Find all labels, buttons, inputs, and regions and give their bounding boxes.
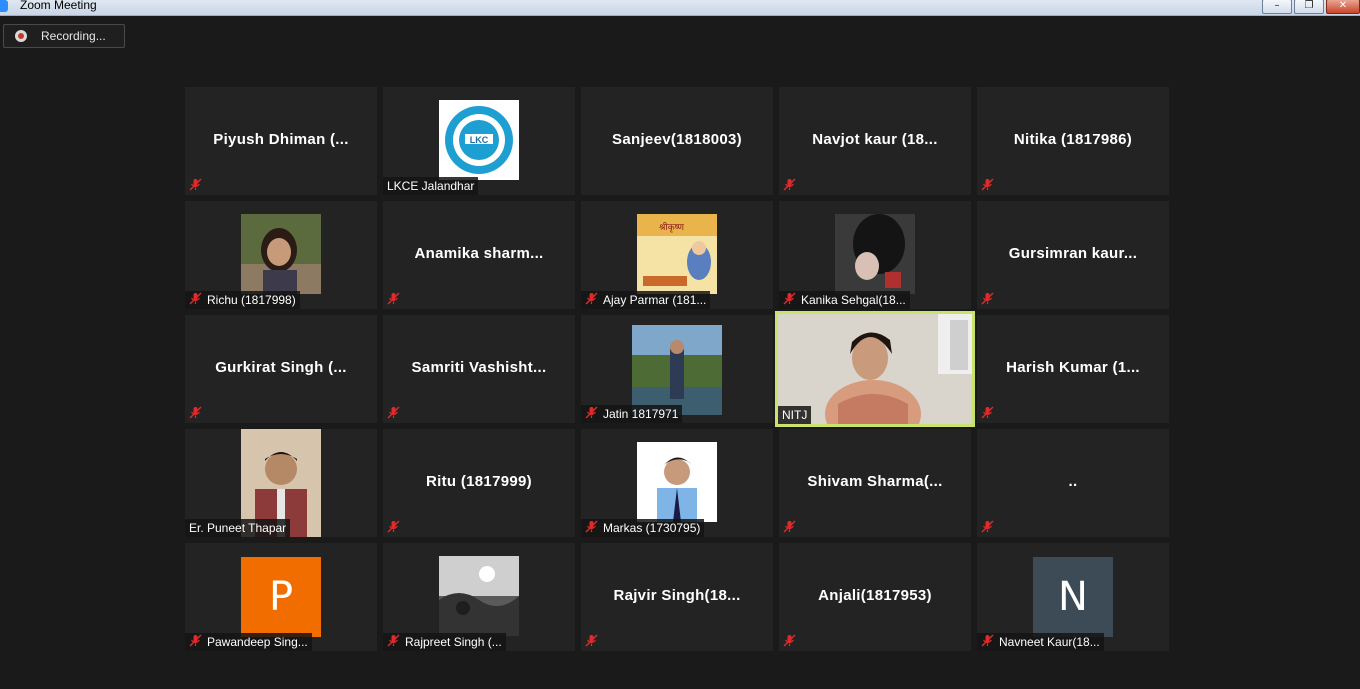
participant-name: Anjali(1817953) xyxy=(818,587,932,604)
profile-picture: श्रीकृष्ण xyxy=(637,214,717,294)
muted-mic-icon xyxy=(585,520,598,533)
participant-name: Er. Puneet Thapar xyxy=(185,519,291,537)
participant-name: Gurkirat Singh (... xyxy=(215,359,347,376)
participant-tile[interactable]: Piyush Dhiman (... xyxy=(185,87,377,195)
profile-picture: LKC xyxy=(439,100,519,180)
muted-mic-icon xyxy=(387,634,400,647)
participant-tile[interactable]: Anamika sharm... xyxy=(383,201,575,309)
participant-name: Markas (1730795) xyxy=(581,519,705,537)
record-icon xyxy=(15,30,27,42)
participant-name: Piyush Dhiman (... xyxy=(213,131,349,148)
participant-name: .. xyxy=(1068,473,1078,490)
participant-tile[interactable]: Nitika (1817986) xyxy=(977,87,1169,195)
profile-picture xyxy=(241,214,321,294)
participant-tile[interactable]: Rajvir Singh(18... xyxy=(581,543,773,651)
participant-tile[interactable]: Jatin 1817971 xyxy=(581,315,773,423)
participant-name: Sanjeev(1818003) xyxy=(612,131,742,148)
muted-mic-icon xyxy=(783,520,796,533)
participant-tile[interactable]: LKC LKCE Jalandhar xyxy=(383,87,575,195)
muted-mic-icon xyxy=(981,634,994,647)
muted-mic-icon xyxy=(189,178,202,191)
participant-tile[interactable]: P Pawandeep Sing... xyxy=(185,543,377,651)
muted-mic-icon xyxy=(189,406,202,419)
muted-mic-icon xyxy=(387,292,400,305)
participant-tile[interactable]: Markas (1730795) xyxy=(581,429,773,537)
participant-name: Kanika Sehgal(18... xyxy=(779,291,910,309)
participant-name: Navjot kaur (18... xyxy=(812,131,938,148)
recording-indicator[interactable]: Recording... xyxy=(3,24,125,48)
participant-name: Rajpreet Singh (... xyxy=(383,633,506,651)
muted-mic-icon xyxy=(981,520,994,533)
participant-name: Ritu (1817999) xyxy=(426,473,532,490)
muted-mic-icon xyxy=(585,634,598,647)
participant-tile[interactable]: Shivam Sharma(... xyxy=(779,429,971,537)
muted-mic-icon xyxy=(981,292,994,305)
muted-mic-icon xyxy=(387,406,400,419)
close-button[interactable]: ✕ xyxy=(1326,0,1360,14)
recording-label: Recording... xyxy=(41,29,106,43)
profile-picture xyxy=(439,556,519,636)
participant-tile[interactable]: N Navneet Kaur(18... xyxy=(977,543,1169,651)
muted-mic-icon xyxy=(585,406,598,419)
participant-tile[interactable]: .. xyxy=(977,429,1169,537)
muted-mic-icon xyxy=(783,634,796,647)
muted-mic-icon xyxy=(189,634,202,647)
participant-tile[interactable]: Rajpreet Singh (... xyxy=(383,543,575,651)
participant-tile[interactable]: Navjot kaur (18... xyxy=(779,87,971,195)
svg-text:श्रीकृष्ण: श्रीकृष्ण xyxy=(659,221,685,233)
participant-tile[interactable]: Kanika Sehgal(18... xyxy=(779,201,971,309)
participant-tile[interactable]: श्रीकृष्ण Ajay Parmar (181... xyxy=(581,201,773,309)
profile-picture xyxy=(632,325,722,415)
participant-tile[interactable]: Ritu (1817999) xyxy=(383,429,575,537)
participant-name: Samriti Vashisht... xyxy=(411,359,547,376)
participant-tile[interactable]: Samriti Vashisht... xyxy=(383,315,575,423)
muted-mic-icon xyxy=(585,292,598,305)
participant-gallery: Piyush Dhiman (... LKC LKCE Jalandhar Sanje… xyxy=(185,87,1169,651)
participant-tile[interactable]: Er. Puneet Thapar xyxy=(185,429,377,537)
avatar: P xyxy=(241,557,321,637)
participant-name: Harish Kumar (1... xyxy=(1006,359,1140,376)
muted-mic-icon xyxy=(981,406,994,419)
profile-picture xyxy=(835,214,915,294)
participant-tile[interactable]: Gursimran kaur... xyxy=(977,201,1169,309)
participant-name: Shivam Sharma(... xyxy=(807,473,943,490)
maximize-button[interactable]: ❐ xyxy=(1294,0,1324,14)
participant-tile[interactable]: Gurkirat Singh (... xyxy=(185,315,377,423)
participant-tile[interactable]: Harish Kumar (1... xyxy=(977,315,1169,423)
muted-mic-icon xyxy=(783,178,796,191)
window-title: Zoom Meeting xyxy=(20,0,97,12)
zoom-app-icon xyxy=(0,0,8,12)
muted-mic-icon xyxy=(387,520,400,533)
participant-name: Nitika (1817986) xyxy=(1013,131,1133,148)
profile-picture xyxy=(637,442,717,522)
participant-tile[interactable]: Sanjeev(1818003) xyxy=(581,87,773,195)
muted-mic-icon xyxy=(981,178,994,191)
participant-name: Rajvir Singh(18... xyxy=(613,587,741,604)
title-bar: Zoom Meeting – ❐ ✕ xyxy=(0,0,1360,16)
participant-name: Richu (1817998) xyxy=(185,291,300,309)
svg-text:LKC: LKC xyxy=(470,135,489,145)
participant-name: LKCE Jalandhar xyxy=(383,177,479,195)
participant-name: Gursimran kaur... xyxy=(1008,245,1138,262)
minimize-button[interactable]: – xyxy=(1262,0,1292,14)
participant-name: Pawandeep Sing... xyxy=(185,633,312,651)
participant-tile[interactable]: Richu (1817998) xyxy=(185,201,377,309)
participant-name: Navneet Kaur(18... xyxy=(977,633,1104,651)
avatar: N xyxy=(1033,557,1113,637)
participant-tile[interactable]: NITJ xyxy=(775,311,975,427)
participant-name: Anamika sharm... xyxy=(414,245,544,262)
participant-name: NITJ xyxy=(778,406,812,424)
participant-name: Ajay Parmar (181... xyxy=(581,291,711,309)
muted-mic-icon xyxy=(783,292,796,305)
participant-tile[interactable]: Anjali(1817953) xyxy=(779,543,971,651)
muted-mic-icon xyxy=(189,292,202,305)
